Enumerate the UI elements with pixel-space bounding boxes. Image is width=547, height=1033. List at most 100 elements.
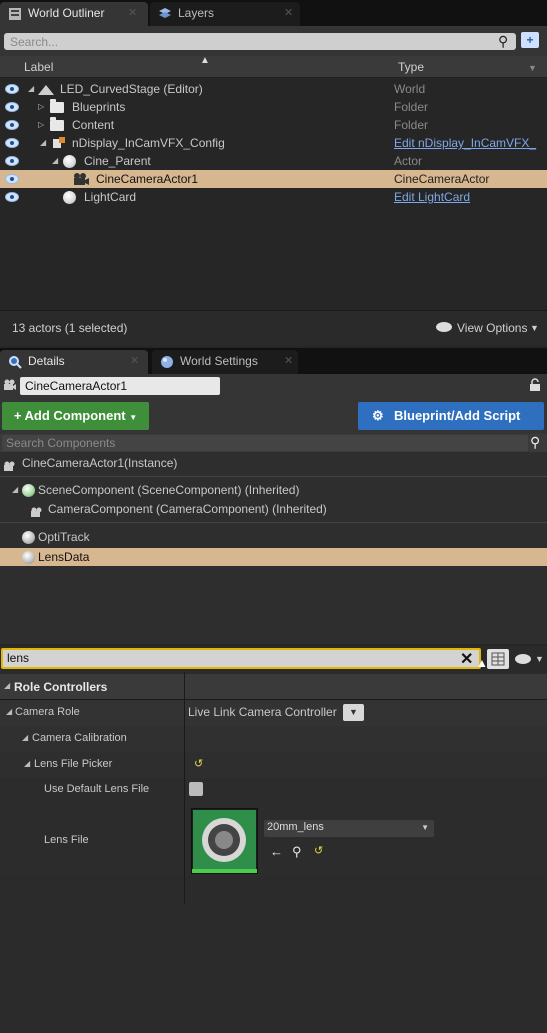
collapse-arrow-icon[interactable]: ◢ xyxy=(24,759,30,768)
collapse-arrow-icon[interactable]: ◢ xyxy=(28,80,34,98)
collapse-arrow-icon[interactable]: ◢ xyxy=(4,681,10,690)
visibility-eye-icon[interactable] xyxy=(5,138,19,148)
collapse-arrow-icon[interactable]: ◢ xyxy=(22,733,28,742)
chevron-down-icon[interactable]: ▼ xyxy=(535,654,544,664)
component-label: LensData xyxy=(38,550,90,564)
browse-search-icon[interactable]: ⚲ xyxy=(292,844,302,860)
clear-icon[interactable]: ✕ xyxy=(460,649,473,669)
camera-icon xyxy=(3,379,17,391)
component-instance-row[interactable]: CineCameraActor1(Instance) xyxy=(0,454,547,472)
list-item[interactable]: ◢ nDisplay_InCamVFX_Config Edit nDisplay… xyxy=(0,134,547,152)
row-label: CineCameraActor1 xyxy=(96,172,199,186)
component-row[interactable]: ◢ SceneComponent (SceneComponent) (Inher… xyxy=(0,481,547,499)
component-row[interactable]: CameraComponent (CameraComponent) (Inher… xyxy=(0,500,547,518)
tab-world-settings[interactable]: World Settings ✕ xyxy=(152,350,298,374)
lens-file-value: 20mm_lens xyxy=(267,821,324,833)
camera-role-value: Live Link Camera Controller xyxy=(188,705,337,719)
component-gear-icon xyxy=(22,551,35,564)
property-label: Lens File Picker xyxy=(34,758,113,770)
category-label: Role Controllers xyxy=(14,680,108,694)
column-splitter[interactable] xyxy=(184,672,185,904)
property-camera-calibration[interactable]: ◢ Camera Calibration xyxy=(0,726,547,752)
chevron-down-icon: ▼ xyxy=(129,413,138,422)
list-item[interactable]: ◢ LED_CurvedStage (Editor) World xyxy=(0,80,547,98)
close-icon[interactable]: ✕ xyxy=(284,6,293,19)
property-lens-file-picker[interactable]: ◢ Lens File Picker ↺ xyxy=(0,752,547,778)
collapse-arrow-icon[interactable]: ◢ xyxy=(12,481,18,499)
edit-lightcard-link[interactable]: Edit LightCard xyxy=(394,188,470,206)
blueprint-add-script-button[interactable]: ⚙ Blueprint/Add Script xyxy=(358,402,544,430)
column-header-label[interactable]: Label xyxy=(24,60,53,74)
property-filter-bar: lens ✕ ▲ ▼ xyxy=(0,646,547,672)
chevron-down-icon[interactable]: ▼ xyxy=(530,323,539,333)
list-item[interactable]: LightCard Edit LightCard xyxy=(0,188,547,206)
column-header-type[interactable]: Type xyxy=(398,60,424,74)
lens-file-thumbnail[interactable] xyxy=(191,808,258,874)
expand-arrow-icon[interactable]: ▷ xyxy=(38,98,44,116)
search-components-input[interactable]: Search Components xyxy=(2,435,528,451)
property-matrix-button[interactable] xyxy=(487,649,509,669)
actor-name-field[interactable]: CineCameraActor1 xyxy=(20,377,220,395)
visibility-eye-icon[interactable] xyxy=(5,102,19,112)
component-label: CineCameraActor1(Instance) xyxy=(22,456,178,470)
edit-ndisplay-link[interactable]: Edit nDisplay_InCamVFX_ xyxy=(394,134,536,152)
sort-ascending-icon[interactable]: ▲ xyxy=(200,55,210,66)
camera-role-dropdown[interactable]: ▼ xyxy=(343,704,364,721)
close-icon[interactable]: ✕ xyxy=(128,6,137,19)
list-item[interactable]: ◢ Cine_Parent Actor xyxy=(0,152,547,170)
folder-icon xyxy=(50,99,64,113)
details-search-icon xyxy=(8,355,22,369)
collapse-arrow-icon[interactable]: ◢ xyxy=(40,134,46,152)
row-type: CineCameraActor xyxy=(394,172,490,186)
list-item[interactable]: ▷ Blueprints Folder xyxy=(0,98,547,116)
add-component-button[interactable]: + Add Component ▼ xyxy=(2,402,149,430)
visibility-eye-icon[interactable] xyxy=(5,120,19,130)
search-icon[interactable]: ⚲ xyxy=(498,33,508,50)
lens-file-combo[interactable]: 20mm_lens ▼ xyxy=(264,820,434,837)
close-icon[interactable]: ✕ xyxy=(130,354,139,367)
row-type: Actor xyxy=(394,154,423,168)
outliner-list: ◢ LED_CurvedStage (Editor) World ▷ Bluep… xyxy=(0,78,547,310)
visibility-eye-icon[interactable] xyxy=(5,84,19,94)
reset-to-default-icon[interactable]: ↺ xyxy=(314,844,323,857)
column-dropdown-icon[interactable]: ▼ xyxy=(528,63,537,73)
view-options-button[interactable]: View Options xyxy=(457,321,527,335)
list-item[interactable]: ▷ Content Folder xyxy=(0,116,547,134)
reset-to-default-icon[interactable]: ↺ xyxy=(194,757,203,770)
close-icon[interactable]: ✕ xyxy=(284,354,293,367)
properties-panel: ◢ Role Controllers ◢ Camera Role Live Li… xyxy=(0,672,547,1033)
actor-count-status: 13 actors (1 selected) xyxy=(12,321,128,335)
chevron-down-icon: ▼ xyxy=(421,823,429,832)
component-row[interactable]: OptiTrack xyxy=(0,528,547,546)
tab-world-outliner[interactable]: World Outliner ✕ xyxy=(0,2,148,26)
property-search-input[interactable]: lens xyxy=(1,648,481,669)
use-selected-arrow-icon[interactable]: ← xyxy=(270,844,283,859)
visibility-eye-icon[interactable] xyxy=(5,192,19,202)
grid-icon xyxy=(491,652,505,666)
lock-icon[interactable] xyxy=(529,378,541,392)
component-toolbar: + Add Component ▼ ⚙ Blueprint/Add Script xyxy=(0,398,547,434)
tab-details[interactable]: Details ✕ xyxy=(0,350,148,374)
category-role-controllers[interactable]: ◢ Role Controllers xyxy=(0,674,547,700)
row-type: Folder xyxy=(394,118,429,132)
visibility-eye-icon[interactable] xyxy=(5,174,19,184)
property-label: Camera Role xyxy=(15,706,80,718)
search-input[interactable]: Search... xyxy=(4,33,516,50)
tab-layers[interactable]: Layers ✕ xyxy=(150,2,300,26)
search-icon[interactable]: ⚲ xyxy=(530,434,540,451)
search-placeholder: Search Components xyxy=(6,436,116,450)
camera-icon xyxy=(3,458,17,471)
visibility-eye-icon[interactable] xyxy=(5,156,19,166)
filter-value: lens xyxy=(7,651,30,665)
use-default-lens-checkbox[interactable] xyxy=(189,782,203,796)
expand-arrow-icon[interactable]: ▷ xyxy=(38,116,44,134)
component-row-selected[interactable]: LensData xyxy=(0,548,547,566)
eye-icon[interactable] xyxy=(515,654,531,664)
property-lens-file: Lens File 20mm_lens ▼ ← ⚲ ↺ xyxy=(0,802,547,876)
tab-label: Details xyxy=(28,354,65,368)
actor-sphere-icon xyxy=(63,155,76,168)
list-item-selected[interactable]: CineCameraActor1 CineCameraActor xyxy=(0,170,547,188)
collapse-arrow-icon[interactable]: ◢ xyxy=(52,152,58,170)
add-folder-icon[interactable]: + xyxy=(521,32,539,48)
collapse-arrow-icon[interactable]: ◢ xyxy=(6,707,12,716)
